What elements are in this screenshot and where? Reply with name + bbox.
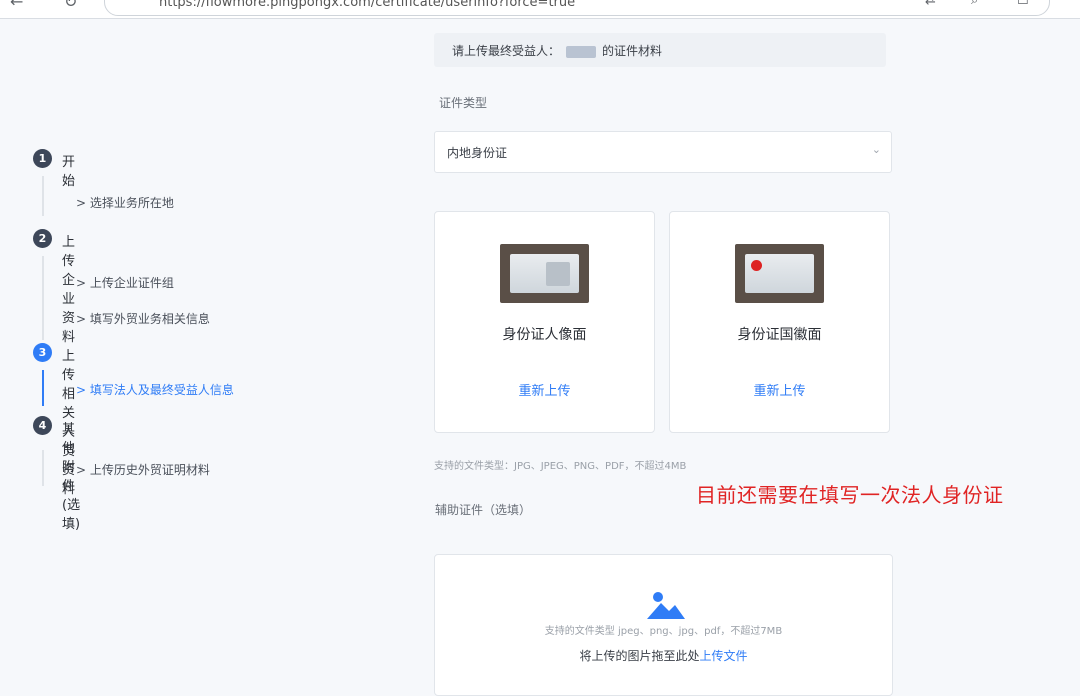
sidebar-item-company-docs[interactable]: > 上传企业证件组 [76, 274, 174, 291]
step-number: 1 [33, 149, 52, 168]
supporting-docs-label: 辅助证件（选填） [435, 503, 532, 517]
step-number: 2 [33, 229, 52, 248]
dropzone-instruction: 将上传的图片拖至此处 [579, 649, 700, 663]
address-bar[interactable]: https://flowmore.pingpongx.com/certifica… [104, 0, 1050, 16]
image-upload-icon [647, 592, 685, 619]
sidebar-item-trade-history[interactable]: > 上传历史外贸证明材料 [76, 461, 210, 478]
emblem-icon [751, 260, 762, 271]
step-title-company[interactable]: 上传企业资料 [62, 231, 75, 345]
url-text: https://flowmore.pingpongx.com/certifica… [159, 0, 576, 10]
step-connector [42, 176, 44, 216]
step-title-start[interactable]: 开始 [62, 151, 75, 189]
id-back-reupload-link[interactable]: 重新上传 [670, 380, 889, 399]
dropzone-file-types: 支持的文件类型 jpeg、png、jpg、pdf，不超过7MB [544, 626, 783, 637]
notice-suffix: 的证件材料 [602, 44, 663, 58]
id-front-reupload-link[interactable]: 重新上传 [435, 380, 654, 399]
id-type-select[interactable]: 内地身份证 ⌄ [434, 131, 892, 173]
id-back-title: 身份证国徽面 [737, 327, 822, 343]
red-annotation: 目前还需要在填写一次法人身份证 [696, 483, 1004, 507]
step-number-active: 3 [33, 343, 52, 362]
search-icon[interactable]: ⌕ [971, 0, 978, 8]
bookmark-icon[interactable]: ☐ [1017, 0, 1029, 8]
redacted-name [566, 45, 597, 58]
id-front-upload-card: 身份证人像面 重新上传 [434, 211, 655, 433]
id-type-label: 证件类型 [439, 96, 488, 110]
id-back-upload-card: 身份证国徽面 重新上传 [669, 211, 890, 433]
id-type-value: 内地身份证 [447, 146, 508, 160]
id-front-title: 身份证人像面 [502, 327, 587, 343]
step-number: 4 [33, 416, 52, 435]
notice-prefix: 请上传最终受益人： [452, 44, 561, 58]
id-back-thumbnail [735, 244, 824, 303]
id-front-thumbnail [500, 244, 589, 303]
reload-icon[interactable]: ↻ [64, 0, 77, 11]
sidebar-item-select-region[interactable]: > 选择业务所在地 [76, 194, 174, 211]
step-connector-active [42, 370, 44, 406]
browser-toolbar: ← ↻ https://flowmore.pingpongx.com/certi… [0, 0, 1080, 19]
supporting-docs-dropzone[interactable]: 支持的文件类型 jpeg、png、jpg、pdf，不超过7MB 将上传的图片拖至… [434, 554, 893, 696]
back-arrow-icon[interactable]: ← [10, 0, 23, 11]
step-connector [42, 256, 44, 340]
sidebar-item-beneficiary[interactable]: > 填写法人及最终受益人信息 [76, 381, 234, 398]
upload-file-link[interactable]: 上传文件 [700, 649, 748, 663]
file-type-hint: 支持的文件类型：JPG、JPEG、PNG、PDF，不超过4MB [434, 461, 687, 472]
upload-notice: 请上传最终受益人： 的证件材料 [434, 33, 886, 67]
chevron-down-icon: ⌄ [871, 143, 881, 156]
sidebar-item-trade-info[interactable]: > 填写外贸业务相关信息 [76, 310, 210, 327]
translate-icon[interactable]: ⇄ [925, 0, 936, 8]
step-connector [42, 450, 44, 486]
